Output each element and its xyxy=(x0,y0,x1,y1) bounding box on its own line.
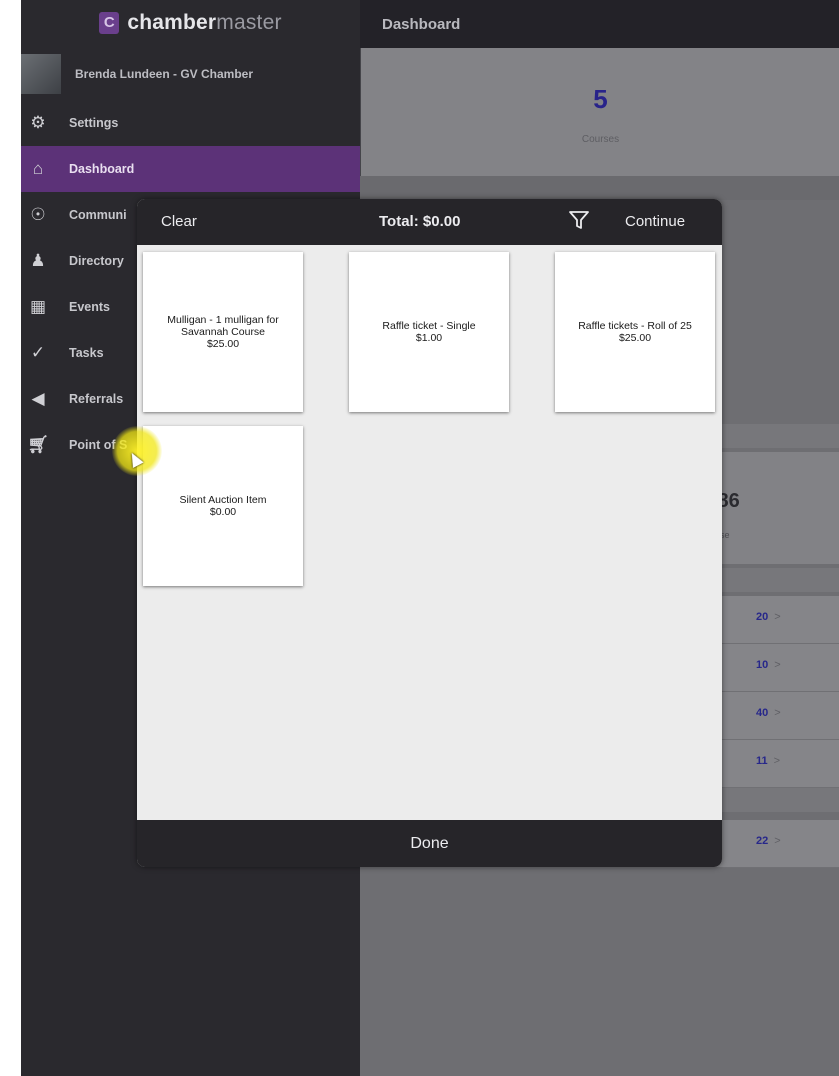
sidebar-item-label: Communi xyxy=(69,208,127,222)
product-picker-modal: Clear Total: $0.00 Continue Mulligan - 1… xyxy=(137,199,722,867)
brand-name: chambermaster xyxy=(127,11,281,35)
count-value: 11 > xyxy=(756,755,780,767)
chevron-right-icon: > xyxy=(774,707,781,719)
count-number: 11 xyxy=(756,755,768,767)
product-name: Raffle tickets - Roll of 25 xyxy=(578,320,692,332)
user-name: Brenda Lundeen - GV Chamber xyxy=(75,67,254,81)
count-number: 22 xyxy=(756,835,769,847)
product-tile[interactable]: Raffle tickets - Roll of 25 $25.00 xyxy=(555,252,715,412)
count-value: 22 > xyxy=(756,835,781,847)
chambermaster-logo-icon: C xyxy=(99,12,120,34)
filter-icon[interactable] xyxy=(568,209,590,231)
user-profile[interactable]: Brenda Lundeen - GV Chamber xyxy=(21,54,360,94)
sidebar-item-label: Events xyxy=(69,300,110,314)
clear-button[interactable]: Clear xyxy=(161,213,197,230)
product-name: Silent Auction Item xyxy=(179,494,267,506)
brand-name-strong: chamber xyxy=(127,11,217,34)
count-value: 10 > xyxy=(756,659,781,671)
section-divider xyxy=(360,176,839,200)
chevron-right-icon: > xyxy=(774,835,781,847)
stat-value: 5 xyxy=(593,84,608,114)
calendar-icon: ▦ xyxy=(29,297,47,316)
gear-icon: ⚙ xyxy=(30,113,46,132)
product-tile[interactable]: Mulligan - 1 mulligan for Savannah Cours… xyxy=(143,252,303,412)
checkmark-icon: ✓ xyxy=(30,343,46,362)
sidebar-item-label: Directory xyxy=(69,254,124,268)
product-price: $0.00 xyxy=(209,506,237,518)
stat-label: Courses xyxy=(581,134,620,145)
chevron-right-icon: > xyxy=(774,659,781,671)
people-icon: ♟ xyxy=(30,251,46,270)
app-frame: C chambermaster Brenda Lundeen - GV Cham… xyxy=(21,0,839,1076)
cart-icon: 🛒︎ xyxy=(27,435,49,454)
modal-toolbar: Clear Total: $0.00 Continue xyxy=(137,199,722,245)
count-number: 10 xyxy=(756,659,769,671)
total-label: Total: $0.00 xyxy=(379,213,461,230)
count-value: 20 > xyxy=(756,611,781,623)
megaphone-icon: ◀ xyxy=(31,389,45,408)
product-tile[interactable]: Raffle ticket - Single $1.00 xyxy=(349,252,509,412)
sidebar-item-label: Tasks xyxy=(69,346,104,360)
home-icon: ⌂ xyxy=(32,159,44,178)
product-name: Mulligan - 1 mulligan for Savannah Cours… xyxy=(167,314,279,338)
avatar xyxy=(21,54,61,94)
count-value: 40 > xyxy=(756,707,781,719)
chevron-right-icon: > xyxy=(773,755,781,767)
sidebar-item-label: Dashboard xyxy=(69,162,135,176)
product-price: $1.00 xyxy=(415,332,443,344)
continue-button[interactable]: Continue xyxy=(625,213,685,230)
count-number: 20 xyxy=(756,611,769,623)
sidebar-item-label: Referrals xyxy=(69,392,124,406)
chevron-right-icon: > xyxy=(774,611,781,623)
product-tile[interactable]: Silent Auction Item $0.00 xyxy=(143,426,303,586)
sidebar-item-settings[interactable]: ⚙ Settings xyxy=(21,100,360,146)
done-button[interactable]: Done xyxy=(137,820,722,867)
product-price: $25.00 xyxy=(206,338,240,350)
product-name: Raffle ticket - Single xyxy=(382,320,476,332)
sidebar-item-label: Settings xyxy=(69,116,119,130)
courses-stat-card[interactable]: 5 Courses xyxy=(360,48,839,204)
page-title: Dashboard xyxy=(360,0,839,48)
communication-icon: ☉ xyxy=(30,205,46,224)
sidebar-item-dashboard[interactable]: ⌂ Dashboard xyxy=(21,146,360,192)
brand-name-light: master xyxy=(216,11,282,34)
product-price: $25.00 xyxy=(618,332,652,344)
count-number: 40 xyxy=(756,707,769,719)
brand-header: C chambermaster xyxy=(21,0,360,46)
